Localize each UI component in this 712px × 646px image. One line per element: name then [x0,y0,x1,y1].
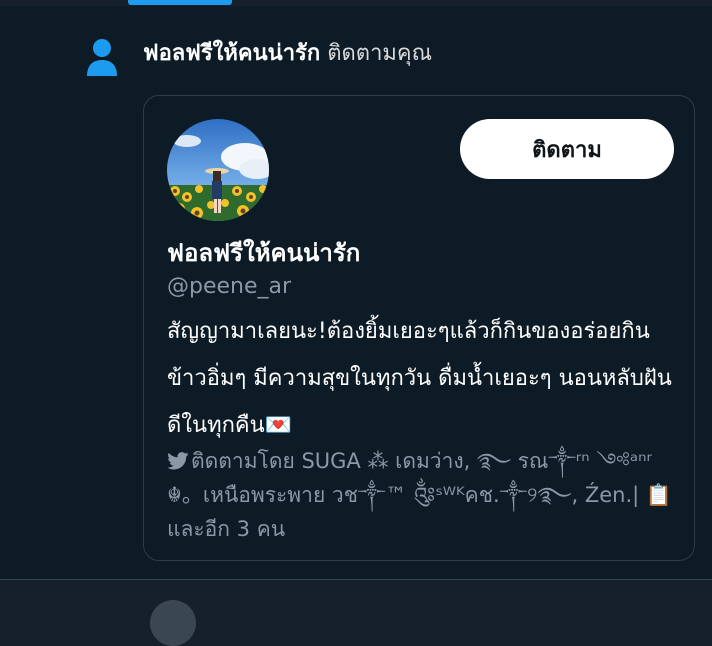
user-display-name[interactable]: ฟอลฟรีให้คนน่ารัก [167,237,360,269]
user-card[interactable]: ติดตาม ฟอลฟรีให้คนน่ารัก @peene_ar สัญญา… [143,95,695,561]
notification-user-name[interactable]: ฟอลฟรีให้คนน่ารัก [143,41,320,66]
user-handle[interactable]: @peene_ar [167,272,291,302]
bio-text: สัญญามาเลยนะ!ต้องยิ้มเยอะๆแล้วก็กินของอร… [167,319,672,438]
notification-headline: ฟอลฟรีให้คนน่ารัก ติดตามคุณ [143,39,432,69]
followed-by-text: ติดตามโดย SUGA ⁂ เดมว่าง, ࿐ รณ༒ʳⁿ ༺ᵃⁿʳ ☬… [167,449,673,541]
user-avatar[interactable] [167,119,269,221]
bird-icon [167,452,189,470]
follow-notification[interactable]: ฟอลฟรีให้คนน่ารัก ติดตามคุณ ติดตาม ฟอลฟร… [0,6,712,580]
love-letter-emoji: 💌 [264,413,293,438]
follow-button[interactable]: ติดตาม [460,119,674,179]
notification-action-text: ติดตามคุณ [327,41,433,66]
active-tab-indicator [128,0,232,5]
user-bio: สัญญามาเลยนะ!ต้องยิ้มเยอะๆแล้วก็กินของอร… [167,308,677,449]
followed-by-line[interactable]: ติดตามโดย SUGA ⁂ เดมว่าง, ࿐ รณ༒ʳⁿ ༺ᵃⁿʳ ☬… [167,444,677,546]
person-icon [87,39,117,76]
next-item-avatar[interactable] [150,600,196,646]
